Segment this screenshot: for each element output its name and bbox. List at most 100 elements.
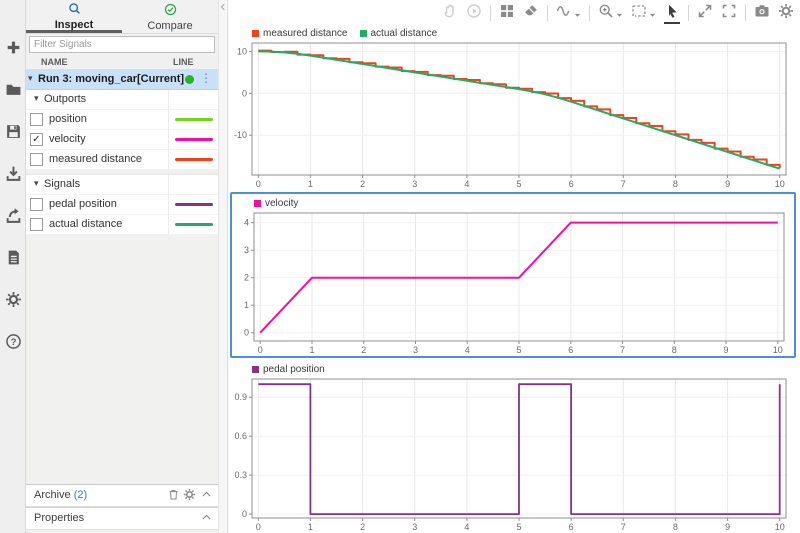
signal-trace-button[interactable]: [556, 3, 581, 23]
expand-button[interactable]: [697, 3, 713, 23]
fit-to-view-button[interactable]: [631, 3, 656, 23]
y-tick-label: 10: [237, 46, 247, 56]
import-button[interactable]: [0, 154, 26, 196]
chevron-up-icon[interactable]: [200, 511, 213, 527]
chevron-down-icon[interactable]: ▾: [34, 178, 39, 189]
signal-checkbox[interactable]: ✓: [30, 133, 43, 146]
y-tick-label: -10: [234, 130, 247, 140]
expand-icon: [697, 3, 713, 22]
chart-canvas[interactable]: 012345678910100-10: [230, 40, 796, 190]
signal-row-measured-distance[interactable]: measured distance: [26, 150, 218, 170]
legend-label: velocity: [265, 198, 298, 209]
chart-canvas[interactable]: 0123456789100.90.60.30: [230, 376, 796, 533]
x-tick-label: 9: [725, 522, 730, 532]
gear-icon[interactable]: [183, 488, 196, 504]
x-tick-label: 3: [412, 522, 417, 532]
x-tick-label: 5: [516, 345, 521, 355]
check-circle-icon: [164, 3, 177, 19]
signal-row-pedal-position[interactable]: pedal position: [26, 195, 218, 215]
legend-item: measured distance: [252, 28, 348, 39]
y-tick-label: 0.9: [234, 392, 247, 402]
column-divider: [168, 130, 169, 149]
signal-checkbox[interactable]: [30, 113, 43, 126]
add-button[interactable]: [0, 28, 26, 70]
x-tick-label: 2: [360, 179, 365, 189]
tab-inspect[interactable]: Inspect: [26, 0, 122, 33]
pan-button[interactable]: [442, 3, 458, 23]
legend-swatch: [252, 366, 259, 373]
chart-svg: 01234567891043210: [232, 210, 794, 356]
signal-checkbox[interactable]: [30, 153, 43, 166]
column-header-line: LINE: [173, 57, 194, 67]
kebab-menu-icon[interactable]: ⋮: [200, 71, 212, 85]
chart-pedal-position[interactable]: pedal position 0123456789100.90.60.30: [230, 362, 796, 533]
column-header-name: NAME: [41, 57, 68, 67]
subplot-layout-button[interactable]: [499, 3, 515, 23]
legend-label: pedal position: [263, 364, 325, 375]
run-row[interactable]: ▾ Run 3: moving_car[Current] ⋮: [26, 70, 218, 90]
y-tick-label: 0: [244, 328, 249, 338]
plot-settings-button[interactable]: [778, 3, 794, 23]
x-tick-label: 7: [620, 345, 625, 355]
signal-checkbox[interactable]: [30, 218, 43, 231]
chart-canvas[interactable]: 01234567891043210: [232, 210, 794, 356]
archive-section-header[interactable]: Archive (2): [26, 484, 218, 507]
tab-compare[interactable]: Compare: [122, 0, 218, 33]
run-label: Run 3: moving_car[Current]: [38, 73, 184, 85]
snapshot-button[interactable]: [754, 3, 770, 23]
y-tick-label: 2: [244, 273, 249, 283]
toolbar-separator: [490, 5, 491, 21]
y-tick-label: 4: [244, 218, 249, 228]
fullscreen-button[interactable]: [721, 3, 737, 23]
legend-swatch: [360, 30, 367, 37]
camera-icon: [754, 3, 770, 22]
panel-scrollbar-strip[interactable]: [218, 0, 228, 533]
pointer-button[interactable]: [664, 3, 680, 24]
chevron-down-icon[interactable]: ▾: [28, 73, 33, 84]
search-icon: [68, 2, 81, 18]
x-tick-label: 7: [621, 522, 626, 532]
signal-tree: ▾ Run 3: moving_car[Current] ⋮ ▾Outports pos…: [26, 70, 218, 235]
export-icon: [5, 207, 22, 227]
signal-label: position: [49, 113, 87, 125]
clear-plots-button[interactable]: [523, 3, 539, 23]
save-button[interactable]: [0, 112, 26, 154]
x-tick-label: 1: [308, 179, 313, 189]
folder-icon: [5, 81, 22, 101]
chevron-down-icon[interactable]: ▾: [34, 93, 39, 104]
signal-row-actual-distance[interactable]: actual distance: [26, 215, 218, 235]
properties-label: Properties: [34, 512, 84, 524]
create-report-button[interactable]: [0, 238, 26, 280]
group-row-outports[interactable]: ▾Outports: [26, 90, 218, 110]
signal-checkbox[interactable]: [30, 198, 43, 211]
group-label: Signals: [44, 178, 80, 190]
chart-svg: 0123456789100.90.60.30: [230, 376, 796, 533]
signal-row-position[interactable]: position: [26, 110, 218, 130]
signal-row-velocity[interactable]: ✓velocity: [26, 130, 218, 150]
help-button[interactable]: ?: [0, 322, 26, 364]
replay-icon: [466, 3, 482, 22]
export-button[interactable]: [0, 196, 26, 238]
toolbar-separator: [745, 5, 746, 21]
signal-browser-panel: Inspect Compare NAME LINE ▾ Run 3: moving…: [26, 0, 218, 533]
x-tick-label: 2: [361, 345, 366, 355]
x-tick-label: 4: [465, 345, 470, 355]
signal-line-swatch: [175, 203, 213, 206]
replay-button[interactable]: [466, 3, 482, 23]
zoom-button[interactable]: [598, 3, 623, 23]
properties-section-header[interactable]: Properties: [26, 507, 218, 530]
x-tick-label: 6: [568, 345, 573, 355]
chart-distance[interactable]: measured distanceactual distance 0123456…: [230, 26, 796, 190]
column-divider: [168, 215, 169, 234]
chevron-left-icon[interactable]: [218, 2, 228, 15]
group-row-signals[interactable]: ▾ Signals: [26, 175, 218, 195]
preferences-button[interactable]: [0, 280, 26, 322]
filter-signals-input[interactable]: [29, 36, 215, 53]
trash-icon[interactable]: [167, 488, 180, 504]
open-button[interactable]: [0, 70, 26, 112]
plot-area: measured distanceactual distance 0123456…: [228, 0, 800, 533]
x-tick-label: 10: [775, 522, 785, 532]
chart-velocity[interactable]: velocity 01234567891043210: [230, 192, 796, 358]
report-icon: [5, 249, 22, 269]
chevron-up-icon[interactable]: [200, 488, 213, 504]
